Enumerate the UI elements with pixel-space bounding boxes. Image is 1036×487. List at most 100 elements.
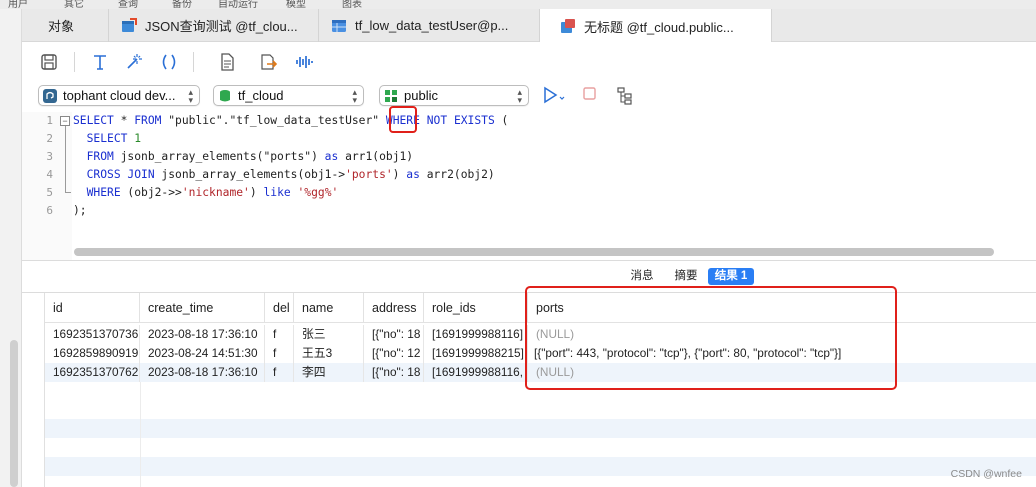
fold-toggle-icon[interactable]: −: [60, 116, 70, 126]
pane-divider[interactable]: [22, 260, 1036, 261]
column-header-del[interactable]: del: [265, 293, 294, 323]
table-cell[interactable]: 2023-08-18 17:36:10: [140, 363, 265, 382]
table-cell[interactable]: f: [265, 325, 294, 344]
editor-horizontal-scrollbar[interactable]: [74, 248, 994, 256]
line-number: 4: [46, 168, 53, 181]
table-cell[interactable]: [{"no": 18: [364, 325, 424, 344]
table-cell[interactable]: 2023-08-24 14:51:30: [140, 344, 265, 363]
tab-json-query-label: JSON查询测试 @tf_clou...: [145, 19, 298, 34]
database-icon: [218, 89, 232, 103]
grid-line: [140, 382, 141, 487]
table-cell[interactable]: [1691999988215]: [424, 344, 528, 363]
tab-objects-label: 对象: [48, 19, 75, 34]
line-number: 6: [46, 204, 53, 217]
tab-objects[interactable]: 对象: [22, 9, 109, 42]
tab-table-data-label: tf_low_data_testUser@p...: [355, 18, 509, 33]
navigator-scrollbar[interactable]: [10, 340, 18, 487]
menu-item-model[interactable]: 模型: [286, 0, 306, 9]
tab-untitled-query-label: 无标题 @tf_cloud.public...: [584, 19, 734, 35]
chevron-updown-icon: ▴ ▾: [352, 87, 357, 105]
elephant-icon: [43, 88, 57, 103]
watermark: CSDN @wnfee: [950, 468, 1022, 480]
empty-row-stripe: [45, 419, 1036, 438]
column-header-id[interactable]: id: [45, 293, 140, 323]
waveform-icon[interactable]: [294, 52, 314, 72]
column-header-name[interactable]: name: [294, 293, 364, 323]
fold-guide: [65, 126, 66, 192]
row-header-column: [22, 293, 45, 487]
query-icon: [560, 18, 576, 34]
connection-selector-bar: tophant cloud dev... ▴ ▾ tf_cloud ▴ ▾ publ…: [22, 80, 1036, 110]
tab-untitled-query[interactable]: 无标题 @tf_cloud.public...: [540, 9, 772, 43]
menu-item-other[interactable]: 其它: [64, 0, 84, 9]
stop-icon[interactable]: [582, 86, 602, 106]
table-cell[interactable]: 李四: [294, 363, 364, 382]
table-cell[interactable]: [1691999988116]: [424, 325, 528, 344]
empty-row-stripe: [45, 457, 1036, 476]
code-line-5: WHERE (obj2->>'nickname') like '%gg%': [86, 186, 339, 199]
top-menu: 用户 其它 查询 备份 自动运行 模型 图表: [0, 0, 1036, 9]
database-select-value: tf_cloud: [238, 88, 284, 103]
table-cell[interactable]: f: [265, 344, 294, 363]
column-header-address[interactable]: address: [364, 293, 424, 323]
run-icon[interactable]: [542, 85, 565, 105]
code-line-2: SELECT 1: [86, 132, 142, 145]
table-cell[interactable]: 王五3: [294, 344, 364, 363]
fold-guide-end: [65, 192, 71, 193]
chevron-updown-icon: ▴ ▾: [517, 87, 522, 105]
table-cell[interactable]: 张三: [294, 325, 364, 344]
column-header-create-time[interactable]: create_time: [140, 293, 265, 323]
connection-select[interactable]: tophant cloud dev... ▴ ▾: [38, 85, 200, 106]
table-cell[interactable]: [{"no": 18: [364, 363, 424, 382]
explain-icon[interactable]: [615, 85, 635, 105]
tab-bar: 对象 JSON查询测试 @tf_clou... tf_low_data_test…: [22, 9, 1036, 43]
code-line-6: );: [73, 204, 87, 217]
tab-json-query[interactable]: JSON查询测试 @tf_clou...: [109, 9, 319, 42]
save-icon[interactable]: [39, 52, 59, 72]
column-header-role-ids[interactable]: role_ids: [424, 293, 528, 323]
table-cell[interactable]: [1691999988116,: [424, 363, 528, 382]
format-sql-icon[interactable]: [90, 52, 110, 72]
table-icon: [331, 18, 347, 34]
table-cell[interactable]: [{"no": 12: [364, 344, 424, 363]
menu-item-backup[interactable]: 备份: [172, 0, 192, 9]
magic-wand-icon[interactable]: [124, 52, 144, 72]
line-number-gutter: 1 2 3 4 5 6 −: [22, 112, 72, 260]
code-line-1: SELECT * FROM "public"."tf_low_data_test…: [73, 114, 509, 127]
chevron-updown-icon: ▴ ▾: [188, 87, 193, 105]
export-icon[interactable]: [258, 52, 278, 72]
table-cell[interactable]: 2023-08-18 17:36:10: [140, 325, 265, 344]
schema-icon: [384, 89, 398, 103]
tab-table-data[interactable]: tf_low_data_testUser@p...: [319, 9, 540, 42]
line-number: 3: [46, 150, 53, 163]
line-number: 2: [46, 132, 53, 145]
editor-toolbar: [22, 42, 1036, 80]
tab-result-1[interactable]: 结果 1: [708, 268, 754, 285]
toolbar-separator: [193, 52, 194, 72]
menu-item-query[interactable]: 查询: [118, 0, 138, 9]
table-cell[interactable]: f: [265, 363, 294, 382]
line-number: 5: [46, 186, 53, 199]
connection-select-value: tophant cloud dev...: [63, 88, 176, 103]
sql-editor[interactable]: 1 2 3 4 5 6 − SELECT * FROM "public"."tf…: [22, 112, 1036, 260]
document-icon[interactable]: [217, 52, 237, 72]
menu-item-user[interactable]: 用户: [8, 0, 28, 9]
parentheses-icon[interactable]: [159, 52, 179, 72]
line-number: 1: [46, 114, 53, 127]
schema-select[interactable]: public ▴ ▾: [379, 85, 529, 106]
schema-select-value: public: [404, 88, 438, 103]
table-cell[interactable]: 1692351370762: [45, 363, 140, 382]
query-table-icon: [121, 17, 137, 34]
menu-item-chart[interactable]: 图表: [342, 0, 362, 9]
toolbar-separator: [74, 52, 75, 72]
menu-item-automation[interactable]: 自动运行: [218, 0, 258, 9]
tab-summary[interactable]: 摘要: [668, 268, 704, 285]
table-cell[interactable]: 1692859890919: [45, 344, 140, 363]
tab-messages[interactable]: 消息: [624, 268, 660, 285]
database-select[interactable]: tf_cloud ▴ ▾: [213, 85, 364, 106]
highlight-annotation-not: [389, 106, 417, 133]
highlight-annotation-ports: [525, 286, 897, 390]
code-line-4: CROSS JOIN jsonb_array_elements(obj1->'p…: [86, 168, 495, 181]
code-line-3: FROM jsonb_array_elements("ports") as ar…: [86, 150, 414, 163]
table-cell[interactable]: 1692351370736: [45, 325, 140, 344]
